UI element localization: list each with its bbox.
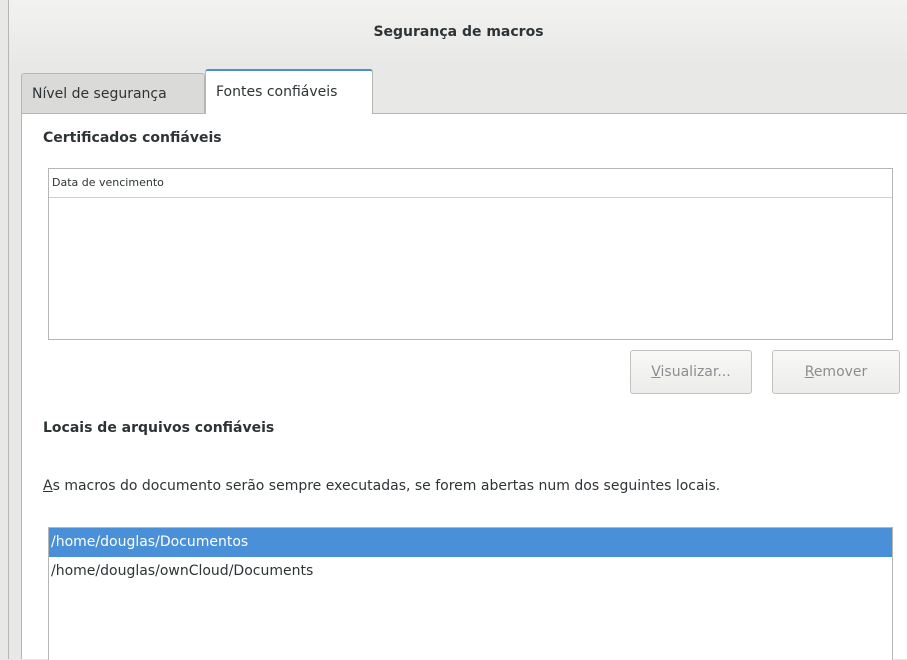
dialog-title: Segurança de macros <box>373 24 544 40</box>
view-button[interactable]: Visualizar... <box>630 350 752 394</box>
trusted-locations-heading: Locais de arquivos confiáveis <box>43 420 275 436</box>
trusted-locations-list[interactable]: /home/douglas/Documentos /home/douglas/o… <box>48 527 893 660</box>
trusted-certificates-heading: Certificados confiáveis <box>43 130 222 146</box>
expiration-date-column-header[interactable]: Data de vencimento <box>49 169 892 198</box>
list-item[interactable]: /home/douglas/Documentos <box>49 528 892 557</box>
locations-description: As macros do documento serão sempre exec… <box>43 478 720 494</box>
remove-button[interactable]: Remover <box>772 350 900 394</box>
certificates-table[interactable]: Data de vencimento <box>48 168 893 340</box>
view-button-accel: V <box>651 364 661 380</box>
tab-trusted-sources[interactable]: Fontes confiáveis <box>205 69 373 114</box>
tab-security-level[interactable]: Nível de segurança <box>21 73 205 113</box>
remove-button-accel: R <box>804 364 814 380</box>
title-bar: Segurança de macros <box>9 0 907 68</box>
macro-security-dialog: Segurança de macros Nível de segurança F… <box>8 0 907 660</box>
trusted-sources-panel: Certificados confiáveis Data de vencimen… <box>21 113 907 660</box>
list-item[interactable]: /home/douglas/ownCloud/Documents <box>49 557 892 586</box>
remove-button-label: emover <box>813 364 868 380</box>
description-accel: A <box>43 478 53 494</box>
description-text: s macros do documento serão sempre execu… <box>52 478 721 494</box>
view-button-label: isualizar... <box>660 364 731 380</box>
